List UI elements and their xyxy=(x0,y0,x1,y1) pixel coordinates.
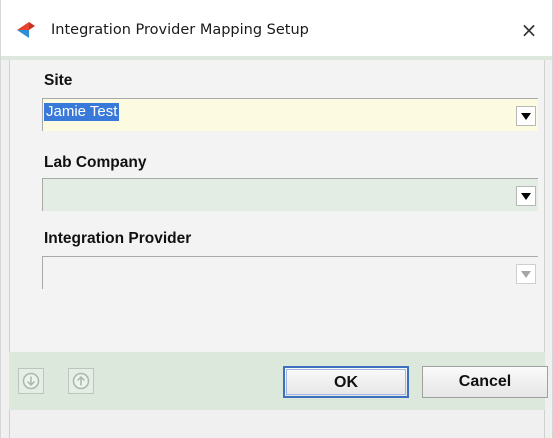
lab-company-combobox[interactable] xyxy=(42,178,538,211)
form-panel: Site Jamie Test Lab Company Integration … xyxy=(9,60,545,352)
close-icon[interactable]: × xyxy=(506,6,552,48)
arrow-up-circle-icon xyxy=(72,372,90,390)
chevron-down-icon xyxy=(516,264,536,284)
button-bar: OK Cancel xyxy=(9,352,548,410)
move-down-button[interactable] xyxy=(18,368,44,394)
app-logo-icon xyxy=(15,20,37,40)
window-title: Integration Provider Mapping Setup xyxy=(51,22,309,38)
ok-button[interactable]: OK xyxy=(283,366,409,398)
site-label: Site xyxy=(44,72,73,89)
site-selected-value: Jamie Test xyxy=(44,103,120,121)
move-up-button[interactable] xyxy=(68,368,94,394)
chevron-down-icon[interactable] xyxy=(516,106,536,126)
title-bar[interactable]: Integration Provider Mapping Setup × xyxy=(1,0,552,56)
site-combobox[interactable]: Jamie Test xyxy=(42,98,538,131)
lab-company-label: Lab Company xyxy=(44,154,147,171)
integration-provider-label: Integration Provider xyxy=(44,230,192,247)
cancel-button[interactable]: Cancel xyxy=(422,366,548,398)
chevron-down-icon[interactable] xyxy=(516,186,536,206)
dialog-window: Integration Provider Mapping Setup × Sit… xyxy=(0,0,553,438)
integration-provider-combobox[interactable] xyxy=(42,256,538,289)
status-bar xyxy=(9,410,545,438)
arrow-down-circle-icon xyxy=(22,372,40,390)
